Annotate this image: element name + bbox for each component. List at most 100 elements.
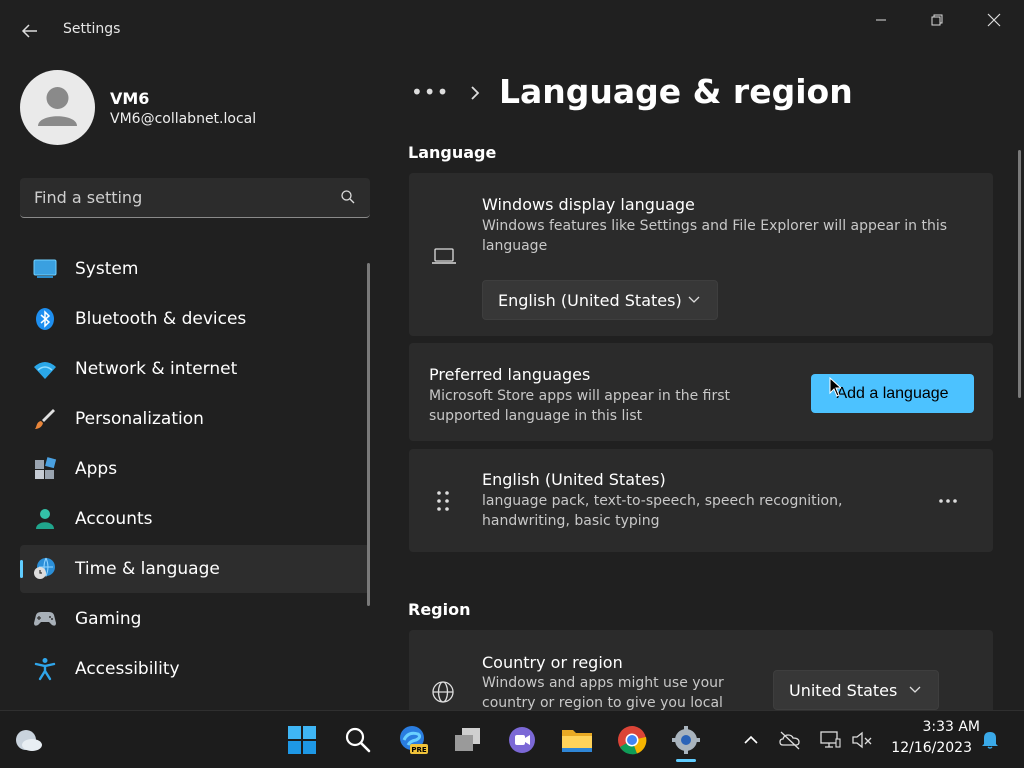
country-region-description: Windows and apps might use your country … <box>482 675 724 711</box>
back-arrow-icon <box>21 24 37 38</box>
sidebar-item-gaming[interactable]: Gaming <box>20 595 370 643</box>
language-list-item[interactable]: English (United States) language pack, t… <box>409 449 993 552</box>
more-options-icon[interactable] <box>938 498 958 504</box>
sidebar-scrollbar[interactable] <box>367 263 370 606</box>
display-language-card: Windows display language Windows feature… <box>409 173 993 336</box>
minimize-icon <box>876 19 886 21</box>
network-icon[interactable] <box>819 729 841 751</box>
sidebar-item-label: Gaming <box>75 609 142 629</box>
start-icon <box>288 726 316 754</box>
drag-handle-icon[interactable] <box>436 490 450 512</box>
chrome-button[interactable] <box>615 723 649 757</box>
breadcrumb-more-button[interactable]: ••• <box>411 80 449 104</box>
minimize-button[interactable] <box>858 6 904 34</box>
sidebar-item-label: Personalization <box>75 409 204 429</box>
brush-icon <box>35 409 55 429</box>
chevron-down-icon <box>909 686 921 693</box>
volume-muted-icon[interactable] <box>851 729 873 751</box>
main-scrollbar[interactable] <box>1018 150 1021 398</box>
onedrive-icon[interactable] <box>779 729 801 751</box>
preferred-languages-description: Microsoft Store apps will appear in the … <box>429 388 731 424</box>
back-button[interactable] <box>16 18 44 44</box>
sidebar-item-accessibility[interactable]: Accessibility <box>20 645 370 693</box>
sidebar-item-network[interactable]: Network & internet <box>20 345 370 393</box>
system-icon <box>33 259 57 278</box>
avatar[interactable] <box>20 70 95 145</box>
sidebar-item-label: Accounts <box>75 509 153 529</box>
sidebar-item-label: Apps <box>75 459 118 479</box>
time-language-icon <box>34 557 55 579</box>
notification-bell-icon[interactable] <box>979 728 1001 750</box>
search-icon[interactable] <box>340 189 356 205</box>
bluetooth-icon <box>36 308 54 330</box>
title-bar: Settings <box>0 0 1024 62</box>
mouse-cursor-icon <box>829 377 841 397</box>
preferred-languages-title: Preferred languages <box>429 365 591 384</box>
sidebar-nav: System Bluetooth & devices Network & int… <box>20 245 370 695</box>
sidebar-item-system[interactable]: System <box>20 245 370 293</box>
language-name: English (United States) <box>482 470 666 489</box>
section-title-region: Region <box>408 600 471 619</box>
country-region-dropdown[interactable]: United States <box>773 670 939 710</box>
teams-button[interactable] <box>505 723 539 757</box>
breadcrumb-chevron-icon <box>471 86 480 100</box>
taskbar-search-button[interactable] <box>341 723 375 757</box>
sidebar-item-label: Time & language <box>75 559 220 579</box>
settings-taskbar-button[interactable] <box>669 723 703 757</box>
clock-date[interactable]: 12/16/2023 <box>880 740 972 756</box>
chrome-icon <box>618 726 647 755</box>
page-title: Language & region <box>499 72 853 111</box>
language-features: language pack, text-to-speech, speech re… <box>482 493 843 529</box>
weather-icon[interactable] <box>12 727 44 753</box>
user-icon <box>38 87 77 126</box>
sidebar-item-label: Network & internet <box>75 359 238 379</box>
clock-time[interactable]: 3:33 AM <box>900 719 980 735</box>
accessibility-icon <box>34 658 56 681</box>
sidebar-item-label: System <box>75 259 139 279</box>
sidebar-item-apps[interactable]: Apps <box>20 445 370 493</box>
close-button[interactable] <box>971 6 1017 34</box>
taskbar: PRE 3:33 AM 12/16/2023 <box>0 710 1024 768</box>
wifi-icon <box>34 362 56 379</box>
file-explorer-icon <box>562 730 592 752</box>
user-name: VM6 <box>110 89 150 108</box>
chevron-up-icon[interactable] <box>740 729 762 751</box>
search-box[interactable] <box>20 178 370 218</box>
search-icon <box>345 727 371 753</box>
edge-pre-icon: PRE <box>400 726 428 754</box>
task-view-button[interactable] <box>451 723 485 757</box>
gamepad-icon <box>34 612 56 626</box>
edge-pre-button[interactable]: PRE <box>396 723 430 757</box>
display-language-dropdown[interactable]: English (United States) <box>482 280 718 320</box>
search-input[interactable] <box>34 178 334 216</box>
sidebar-item-bluetooth[interactable]: Bluetooth & devices <box>20 295 370 343</box>
section-title-language: Language <box>408 143 497 162</box>
svg-text:PRE: PRE <box>411 746 427 754</box>
settings-icon <box>672 726 700 754</box>
user-email: VM6@collabnet.local <box>110 111 257 127</box>
display-language-description: Windows features like Settings and File … <box>482 218 948 254</box>
teams-icon <box>509 727 535 753</box>
restore-button[interactable] <box>914 6 960 34</box>
laptop-icon <box>432 248 456 264</box>
close-icon <box>987 13 1001 27</box>
sidebar-item-time-language[interactable]: Time & language <box>20 545 370 593</box>
start-button[interactable] <box>285 723 319 757</box>
sidebar-item-label: Bluetooth & devices <box>75 309 247 329</box>
chevron-down-icon <box>688 296 700 303</box>
sidebar-item-personalization[interactable]: Personalization <box>20 395 370 443</box>
dropdown-value: English (United States) <box>498 291 682 310</box>
active-app-indicator <box>676 759 696 762</box>
sidebar-item-label: Accessibility <box>75 659 180 679</box>
country-region-title: Country or region <box>482 653 623 672</box>
apps-icon <box>35 457 57 479</box>
restore-icon <box>931 14 943 26</box>
file-explorer-button[interactable] <box>560 723 594 757</box>
task-view-icon <box>455 728 480 751</box>
globe-icon <box>432 681 454 703</box>
app-title: Settings <box>63 21 121 37</box>
active-indicator <box>20 560 23 578</box>
dropdown-value: United States <box>789 681 898 700</box>
display-language-title: Windows display language <box>482 195 695 214</box>
sidebar-item-accounts[interactable]: Accounts <box>20 495 370 543</box>
